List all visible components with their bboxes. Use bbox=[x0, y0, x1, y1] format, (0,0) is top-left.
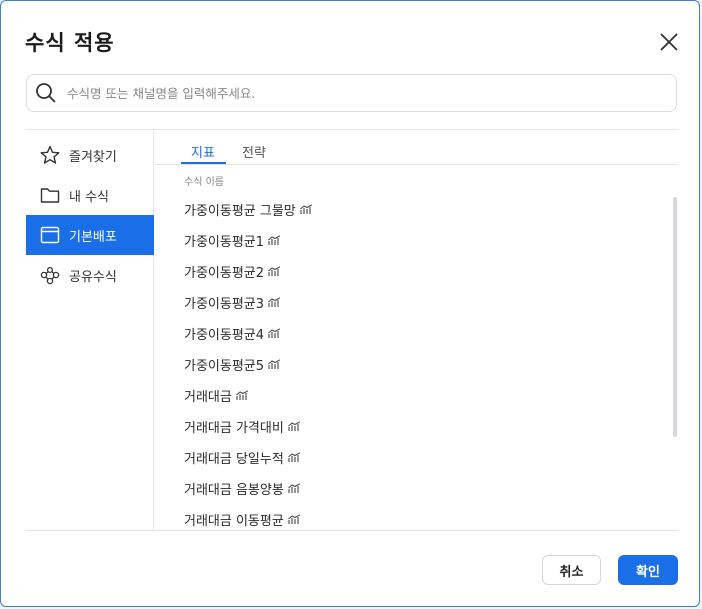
tab-bar: 지표 전략 bbox=[155, 130, 678, 165]
indicator-chart-icon bbox=[299, 204, 313, 214]
sidebar-item-label: 공유수식 bbox=[69, 269, 117, 285]
sidebar-item-shared[interactable]: 공유수식 bbox=[26, 255, 154, 295]
search-box bbox=[26, 74, 677, 112]
formula-name: 가중이동평균 그물망 bbox=[184, 204, 296, 219]
folder-icon bbox=[40, 188, 60, 203]
formula-name: 거래대금 가격대비 bbox=[184, 421, 284, 436]
indicator-chart-icon bbox=[287, 421, 301, 431]
formula-name: 거래대금 bbox=[184, 390, 232, 405]
list-item[interactable]: 가중이동평균5 bbox=[155, 349, 673, 380]
sidebar-item-favorites[interactable]: 즐겨찾기 bbox=[26, 135, 154, 175]
formula-name: 거래대금 당일누적 bbox=[184, 452, 284, 467]
category-sidebar: 즐겨찾기 내 수식 기본배포 공유수식 bbox=[26, 130, 154, 530]
formula-name: 거래대금 이동평균 bbox=[184, 514, 284, 529]
indicator-chart-icon bbox=[287, 483, 301, 493]
dialog-title: 수식 적용 bbox=[25, 31, 115, 55]
indicator-chart-icon bbox=[287, 514, 301, 524]
indicator-chart-icon bbox=[268, 235, 281, 245]
search-icon bbox=[36, 83, 56, 103]
list-item[interactable]: 가중이동평균2 bbox=[155, 256, 673, 287]
formula-name: 가중이동평균5 bbox=[184, 359, 265, 374]
list-item[interactable]: 가중이동평균4 bbox=[155, 318, 673, 349]
cancel-button[interactable]: 취소 bbox=[542, 555, 601, 585]
close-icon[interactable] bbox=[658, 31, 680, 53]
share-icon bbox=[40, 266, 60, 285]
list-scrollbar[interactable] bbox=[673, 197, 677, 437]
formula-list: 가중이동평균 그물망가중이동평균1 가중이동평균2 가중이동평균3 가중이동평균4 가중… bbox=[155, 194, 673, 530]
formula-name: 가중이동평균2 bbox=[184, 266, 265, 281]
active-tab-underline bbox=[181, 162, 226, 164]
window-icon bbox=[40, 226, 60, 244]
formula-name: 가중이동평균3 bbox=[184, 297, 265, 312]
formula-name: 거래대금 음봉양봉 bbox=[184, 483, 284, 498]
list-item[interactable]: 거래대금 가격대비 bbox=[155, 411, 673, 442]
indicator-chart-icon bbox=[287, 452, 301, 462]
indicator-chart-icon bbox=[268, 328, 281, 338]
sidebar-item-default[interactable]: 기본배포 bbox=[26, 215, 154, 255]
tab-strategy[interactable]: 전략 bbox=[242, 142, 266, 161]
indicator-chart-icon bbox=[268, 297, 281, 307]
sidebar-item-label: 내 수식 bbox=[69, 189, 110, 205]
apply-formula-dialog: 수식 적용 즐겨찾기 내 수식 기본배포 bbox=[0, 0, 700, 607]
search-input[interactable] bbox=[65, 84, 676, 102]
indicator-chart-icon bbox=[268, 266, 281, 276]
formula-name: 가중이동평균4 bbox=[184, 328, 265, 343]
list-item[interactable]: 거래대금 당일누적 bbox=[155, 442, 673, 473]
sidebar-item-label: 기본배포 bbox=[69, 229, 117, 245]
list-item[interactable]: 가중이동평균3 bbox=[155, 287, 673, 318]
indicator-chart-icon bbox=[268, 359, 281, 369]
divider-bottom bbox=[26, 530, 678, 531]
confirm-button[interactable]: 확인 bbox=[618, 555, 678, 585]
list-item[interactable]: 가중이동평균 그물망 bbox=[155, 194, 673, 225]
list-item[interactable]: 가중이동평균1 bbox=[155, 225, 673, 256]
star-icon bbox=[40, 145, 60, 164]
sidebar-item-label: 즐겨찾기 bbox=[69, 149, 117, 165]
indicator-chart-icon bbox=[236, 390, 249, 400]
tab-indicator[interactable]: 지표 bbox=[191, 142, 215, 161]
column-header-formula-name: 수식 이름 bbox=[184, 177, 224, 188]
list-item[interactable]: 거래대금 이동평균 bbox=[155, 504, 673, 530]
list-item[interactable]: 거래대금 bbox=[155, 380, 673, 411]
formula-name: 가중이동평균1 bbox=[184, 235, 265, 250]
sidebar-item-my-formulas[interactable]: 내 수식 bbox=[26, 175, 154, 215]
list-item[interactable]: 거래대금 음봉양봉 bbox=[155, 473, 673, 504]
